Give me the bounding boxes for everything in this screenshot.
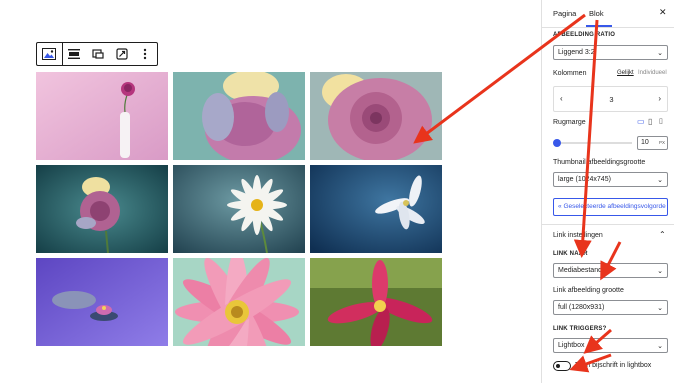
gallery-image-pink-rose-dew[interactable]: [310, 72, 442, 160]
chevron-down-icon: ⌄: [657, 343, 663, 350]
columns-stepper: ‹ 3 ›: [553, 86, 668, 112]
settings-sidebar: Pagina Blok ✕ AFBEELDING RATIO Liggend 3…: [541, 0, 674, 383]
gallery-block-button[interactable]: [37, 43, 63, 65]
link-to-select[interactable]: Mediabestand ⌄: [553, 263, 668, 278]
tablet-icon[interactable]: ▯: [648, 117, 652, 126]
gallery-image-white-lily-blue[interactable]: [310, 165, 442, 253]
active-tab-indicator: [586, 25, 612, 27]
thumbnail-size-select[interactable]: large (1024x745) ⌄: [553, 172, 668, 187]
gallery-icon: [42, 48, 57, 60]
columns-label: Kolommen: [553, 70, 587, 77]
block-toolbar: [36, 42, 158, 66]
replace-image-icon: [116, 48, 128, 60]
link-trigger-select[interactable]: Lightbox ⌄: [553, 338, 668, 353]
link-trigger-label: LINK TRIGGERS?: [553, 326, 607, 332]
margin-unit[interactable]: PX: [659, 140, 665, 145]
crop-button[interactable]: [86, 43, 110, 65]
editor-canvas: [0, 0, 541, 383]
columns-equal-link[interactable]: Gelijkt: [617, 70, 634, 76]
aspect-ratio-label: AFBEELDING RATIO: [553, 32, 616, 38]
aspect-ratio-value: Liggend 3:2: [558, 49, 595, 56]
close-icon[interactable]: ✕: [659, 7, 667, 18]
chevron-down-icon: ⌄: [657, 177, 663, 184]
more-options-button[interactable]: [133, 43, 157, 65]
margin-slider-track[interactable]: [556, 142, 632, 144]
more-options-icon: [143, 48, 147, 60]
align-icon: [68, 48, 81, 60]
panel-divider: [542, 224, 674, 225]
toggle-knob: [556, 364, 560, 368]
margin-input[interactable]: 10 PX: [637, 136, 668, 150]
columns-value[interactable]: 3: [554, 95, 669, 104]
thumbnail-size-label: Thumbnail afbeeldingsgrootte: [553, 159, 646, 166]
chevron-up-icon[interactable]: ⌃: [659, 230, 666, 239]
double-chevron-left-icon: «: [558, 203, 562, 210]
chevron-right-icon[interactable]: ›: [658, 94, 661, 103]
align-button[interactable]: [63, 43, 87, 65]
reorder-images-label: Geselecteerde afbeeldingsvolgorde: [563, 203, 666, 210]
link-to-label: LINK NAAR: [553, 251, 588, 257]
link-image-size-select[interactable]: full (1280x931) ⌄: [553, 300, 668, 315]
chevron-down-icon: ⌄: [657, 268, 663, 275]
columns-individual-link[interactable]: Individueel: [638, 70, 667, 76]
link-image-size-label: Link afbeelding grootte: [553, 287, 624, 294]
gallery-image-white-daisy[interactable]: [173, 165, 305, 253]
thumbnail-size-value: large (1024x745): [558, 176, 611, 183]
caption-lightbox-label: Toon bijschrift in lightbox: [575, 362, 652, 369]
gallery-image-pink-rose-closeup-teal[interactable]: [173, 72, 305, 160]
link-to-value: Mediabestand: [558, 267, 602, 274]
gallery-image-red-lily[interactable]: [310, 258, 442, 346]
link-trigger-value: Lightbox: [558, 342, 585, 349]
gallery-image-pink-rose-teal-background[interactable]: [36, 165, 168, 253]
image-gallery: [36, 72, 442, 347]
replace-image-button[interactable]: [110, 43, 134, 65]
gallery-image-pink-flower-in-vase[interactable]: [36, 72, 168, 160]
crop-icon: [92, 48, 104, 60]
margin-slider-thumb[interactable]: [553, 139, 561, 147]
desktop-icon[interactable]: ▭: [637, 117, 645, 126]
chevron-down-icon: ⌄: [657, 305, 663, 312]
gallery-image-water-lily-purple[interactable]: [36, 258, 168, 346]
tab-block[interactable]: Blok: [589, 9, 604, 18]
gallery-image-pink-daisy-closeup[interactable]: [173, 258, 305, 346]
tab-page[interactable]: Pagina: [553, 9, 576, 18]
caption-lightbox-toggle[interactable]: [553, 361, 571, 371]
reorder-images-button[interactable]: « Geselecteerde afbeeldingsvolgorde: [553, 198, 668, 216]
sidebar-tabs: Pagina Blok ✕: [542, 0, 674, 28]
link-settings-title[interactable]: Link instellingen: [553, 232, 603, 239]
chevron-down-icon: ⌄: [657, 50, 663, 57]
mobile-icon[interactable]: ▯: [659, 117, 663, 125]
aspect-ratio-select[interactable]: Liggend 3:2 ⌄: [553, 45, 668, 60]
link-image-size-value: full (1280x931): [558, 304, 605, 311]
margin-value: 10: [641, 139, 649, 146]
margin-label: Rugmarge: [553, 119, 586, 126]
